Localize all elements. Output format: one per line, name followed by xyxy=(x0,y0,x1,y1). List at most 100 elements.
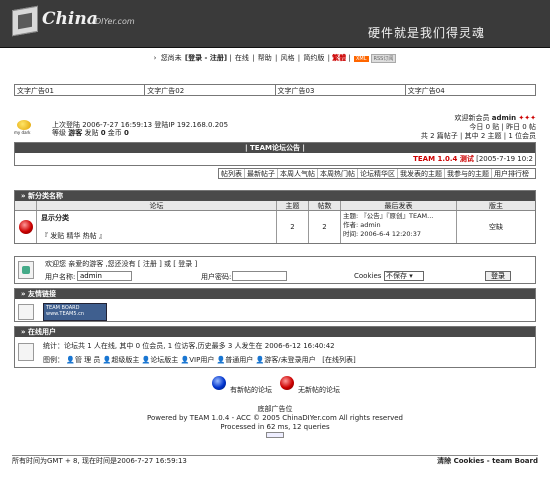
announcement-header: | TEAM论坛公告 | xyxy=(15,143,535,153)
nav-greeting: 您尚未 xyxy=(160,54,182,62)
login-button[interactable]: 登录 xyxy=(485,271,511,281)
tool-my-topics[interactable]: 我发表的主题 xyxy=(398,169,445,178)
rss-icon: ✦✦✦ xyxy=(518,114,536,122)
legend-super-mod: 超级版主 xyxy=(111,356,140,364)
processed-time: Processed in 62 ms, 12 queries xyxy=(220,423,330,431)
legend-nonew-label: 无新帖的论坛 xyxy=(298,386,340,394)
tool-week-hot[interactable]: 本周热门帖 xyxy=(318,169,358,178)
forum-name-link[interactable]: 显示分类 xyxy=(41,213,272,223)
top-nav: › 您尚未 [登录 - 注册] | 在线 | 帮助 | 风格 | 简约版 | 繁… xyxy=(0,53,550,63)
total-posts: 共 2 篇帖子 | 其中 2 主题 | 1 位会员 xyxy=(420,132,536,140)
forum-sublinks[interactable]: 『 发贴 精华 热帖 』 xyxy=(41,231,272,241)
announcement-title: TEAM论坛公告 xyxy=(250,144,300,152)
nav-simple[interactable]: 简约版 xyxy=(303,54,324,62)
password-label: 用户密码: xyxy=(201,273,232,281)
category-header: » 新分类名称 xyxy=(15,191,535,201)
legend-admin: 管 理 员 xyxy=(74,356,101,364)
nav-online[interactable]: 在线 xyxy=(235,54,249,62)
admin-icon: 👤 xyxy=(66,356,75,364)
banner-url: www.TEAM5.cn xyxy=(46,311,85,317)
last-post-cell: 主题: 『公告』『原创』TEAM... 作者: admin 时间: 2006-6… xyxy=(341,211,457,243)
category-title[interactable]: 新分类名称 xyxy=(28,192,63,200)
user-legend: 图例： 👤管 理 员 👤超级版主 👤论坛版主 👤VIP用户 👤普通用户 👤游客/… xyxy=(43,355,356,365)
legend-guest: 游客/未登录用户 xyxy=(264,356,316,364)
legend-label: 图例： xyxy=(43,356,64,364)
new-member-link[interactable]: admin xyxy=(492,114,516,122)
posts-count: 2 xyxy=(309,211,341,243)
legend-new-label: 有新帖的论坛 xyxy=(230,386,272,394)
moderator-cell: 空缺 xyxy=(489,223,503,231)
tool-participated[interactable]: 我参与的主题 xyxy=(445,169,492,178)
nav-help[interactable]: 帮助 xyxy=(258,54,272,62)
tool-ranking[interactable]: 用户排行榜 xyxy=(492,169,531,178)
login-icon xyxy=(18,261,34,279)
text-ad-1[interactable]: 文字广告01 xyxy=(15,85,146,95)
last-post-author: 作者: admin xyxy=(343,221,381,229)
col-topics: 主题 xyxy=(277,201,309,210)
tool-latest[interactable]: 最新帖子 xyxy=(245,169,278,178)
username-label: 用户名称: xyxy=(45,273,76,281)
announcement-link[interactable]: TEAM 1.0.4 测试 xyxy=(413,155,474,163)
tool-thread-list[interactable]: 帖列表 xyxy=(219,169,245,178)
forum-state-legend: 有新帖的论坛 无新帖的论坛 xyxy=(0,376,550,394)
friend-links-title: 友情链接 xyxy=(27,290,56,298)
topics-count: 2 xyxy=(277,211,309,243)
user-stats: 等级 游客 发贴 0 金币 0 xyxy=(52,128,129,138)
slogan: 硬件就是我们得灵魂 xyxy=(368,26,486,40)
tool-week-popular[interactable]: 本周人气帖 xyxy=(278,169,318,178)
forum-tools-bar: 帖列表 最新帖子 本周人气帖 本周热门帖 论坛精华区 我发表的主题 我参与的主题… xyxy=(218,168,536,179)
avatar-caption: my dark xyxy=(14,130,31,135)
cookies-select[interactable]: 不保存 ▾ xyxy=(384,271,424,281)
table-row: 显示分类 『 发贴 精华 热帖 』 2 2 主题: 『公告』『原创』TEAM..… xyxy=(15,211,535,243)
login-register-link[interactable]: [登录 - 注册] xyxy=(185,54,227,62)
posts-label: 发贴 xyxy=(82,129,101,137)
rss-badge[interactable]: RSS订阅 xyxy=(370,54,397,63)
today-posts: 今日 0 贴 | 昨日 0 帖 xyxy=(469,123,536,131)
logo-text[interactable]: China xyxy=(42,9,98,29)
nav-style[interactable]: 风格 xyxy=(281,54,295,62)
teamboard-banner[interactable]: TEAM BOARD www.TEAM5.cn xyxy=(43,303,107,321)
friend-links-box: » 友情链接 TEAM BOARD www.TEAM5.cn xyxy=(14,288,536,322)
text-ad-4[interactable]: 文字广告04 xyxy=(406,85,535,95)
current-time: 所有时间为GMT + 8, 现在时间是2006-7-27 16:59:13 xyxy=(12,457,187,465)
links-icon xyxy=(18,304,34,320)
row-icon-cell xyxy=(15,211,37,243)
vip-icon: 👤 xyxy=(180,356,190,364)
password-input[interactable] xyxy=(232,271,287,281)
forum-cell: 显示分类 『 发贴 精华 热帖 』 xyxy=(37,211,277,243)
table-header: 论坛 主题 帖数 最后发表 版主 xyxy=(15,201,535,211)
col-last-post: 最后发表 xyxy=(341,201,457,210)
xml-badge[interactable]: XML xyxy=(353,56,369,62)
last-post-subject[interactable]: 主题: 『公告』『原创』TEAM... xyxy=(343,212,454,221)
footer: 底部广告位 Powered by TEAM 1.0.4 - ACC © 2005… xyxy=(0,405,550,441)
smiley-icon xyxy=(17,120,31,130)
powered-by: Powered by TEAM 1.0.4 - ACC © 2005 China… xyxy=(147,414,403,422)
announcement-date: [2005-7-19 10:2 xyxy=(476,155,533,163)
header-icon-col xyxy=(15,201,37,210)
online-header: » 在线用户 xyxy=(15,327,535,337)
last-post-time: 时间: 2006-6-4 12:20:37 xyxy=(343,230,422,238)
nav-traditional[interactable]: 繁體 xyxy=(332,54,346,62)
status-bar: 所有时间为GMT + 8, 现在时间是2006-7-27 16:59:13 清除… xyxy=(12,455,538,465)
guest-icon: 👤 xyxy=(255,356,265,364)
text-ad-2[interactable]: 文字广告02 xyxy=(145,85,276,95)
online-title: 在线用户 xyxy=(27,328,56,336)
col-forum: 论坛 xyxy=(37,201,277,210)
user-icon: 👤 xyxy=(216,356,226,364)
online-list-link[interactable]: [在线列表] xyxy=(322,356,355,364)
legend-vip: VIP用户 xyxy=(189,356,215,364)
legend-user: 普通用户 xyxy=(225,356,254,364)
logo-cube-icon xyxy=(12,5,38,37)
clear-cookies-link[interactable]: 清除 xyxy=(437,457,451,465)
level-label: 等级 xyxy=(52,129,69,137)
coins-label: 金币 xyxy=(105,129,125,137)
footer-ad[interactable]: 底部广告位 xyxy=(0,405,550,414)
mod-icon: 👤 xyxy=(141,356,151,364)
username-input[interactable] xyxy=(77,271,132,281)
tool-digest[interactable]: 论坛精华区 xyxy=(358,169,398,178)
new-posts-icon xyxy=(212,376,226,390)
text-ad-3[interactable]: 文字广告03 xyxy=(276,85,406,95)
online-stats: 统计：论坛共 1 人在线, 其中 0 位会员, 1 位访客,历史最多 3 人发生… xyxy=(43,342,335,350)
forum-category-table: » 新分类名称 论坛 主题 帖数 最后发表 版主 显示分类 『 发贴 精华 热帖… xyxy=(14,190,536,244)
site-header: China DIYer.com 硬件就是我们得灵魂 xyxy=(0,0,550,48)
